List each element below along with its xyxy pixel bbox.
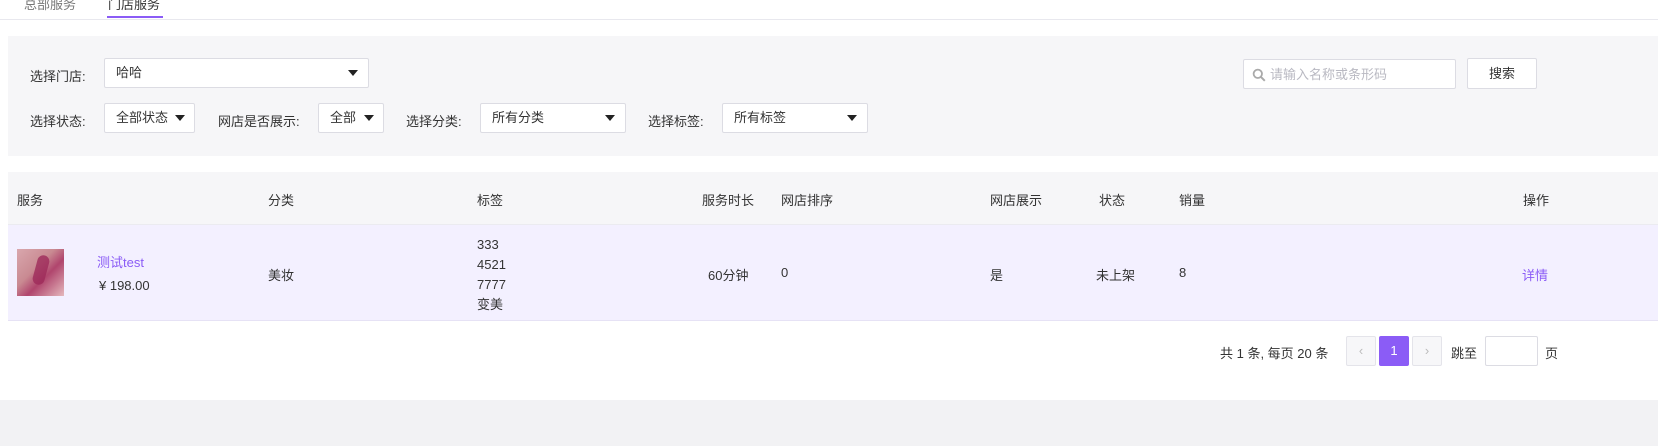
jump-page-input[interactable]	[1485, 336, 1538, 366]
tag-item: 4521	[477, 257, 506, 272]
tag-select[interactable]: 所有标签	[722, 103, 868, 133]
store-filter-label: 选择门店:	[30, 69, 86, 84]
online-sort-value: 0	[781, 265, 789, 280]
col-sales: 销量	[1179, 193, 1206, 208]
tab-bar: 总部服务 门店服务	[0, 0, 1658, 20]
jump-to-label: 跳至	[1451, 346, 1478, 361]
status-value: 未上架	[1096, 268, 1136, 283]
detail-link[interactable]: 详情	[1522, 265, 1548, 284]
active-tab-indicator	[107, 16, 163, 18]
search-input[interactable]	[1270, 60, 1450, 88]
table-header: 服务 分类 标签 服务时长 网店排序 网店展示 状态 销量 操作	[8, 172, 1658, 225]
services-table: 服务 分类 标签 服务时长 网店排序 网店展示 状态 销量 操作 测试test …	[8, 172, 1658, 321]
sales-value: 8	[1179, 265, 1187, 280]
chevron-right-icon: ›	[1424, 343, 1430, 358]
caret-down-icon	[175, 115, 185, 121]
caret-down-icon	[348, 70, 358, 76]
col-sort: 网店排序	[781, 193, 834, 208]
store-select-value: 哈哈	[116, 65, 143, 80]
next-page-button[interactable]: ›	[1412, 336, 1442, 366]
caret-down-icon	[847, 115, 857, 121]
tab-store-services[interactable]: 门店服务	[108, 0, 160, 13]
service-name-link[interactable]: 测试test	[97, 252, 144, 271]
online-select-value: 全部	[330, 110, 357, 125]
category-select[interactable]: 所有分类	[480, 103, 626, 133]
col-service: 服务	[17, 193, 44, 208]
pagination-summary: 共 1 条, 每页 20 条	[1220, 346, 1329, 361]
status-select-value: 全部状态	[116, 110, 169, 125]
online-filter-label: 网店是否展示:	[218, 114, 300, 129]
search-button[interactable]: 搜索	[1467, 58, 1537, 89]
status-filter-label: 选择状态:	[30, 114, 86, 129]
footer-band	[0, 400, 1658, 446]
col-duration: 服务时长	[702, 193, 755, 208]
tab-hq-services[interactable]: 总部服务	[24, 0, 76, 13]
prev-page-button[interactable]: ‹	[1346, 336, 1376, 366]
tag-item: 变美	[477, 297, 504, 312]
search-icon	[1252, 68, 1266, 82]
service-duration: 60分钟	[708, 268, 749, 283]
status-select[interactable]: 全部状态	[104, 103, 195, 133]
chevron-left-icon: ‹	[1358, 343, 1364, 358]
col-online: 网店展示	[990, 193, 1043, 208]
category-select-value: 所有分类	[492, 110, 545, 125]
service-thumbnail	[17, 249, 64, 296]
page-1-button[interactable]: 1	[1379, 336, 1409, 366]
service-tags: 333 4521 7777 变美	[477, 235, 506, 315]
online-display-value: 是	[990, 268, 1004, 283]
caret-down-icon	[605, 115, 615, 121]
tag-item: 333	[477, 237, 499, 252]
col-actions: 操作	[1523, 193, 1550, 208]
col-category: 分类	[268, 193, 295, 208]
tag-item: 7777	[477, 277, 506, 292]
caret-down-icon	[364, 115, 374, 121]
store-select[interactable]: 哈哈	[104, 58, 369, 88]
category-filter-label: 选择分类:	[406, 114, 462, 129]
filter-panel: 选择门店: 哈哈 搜索 选择状态: 全部状态 网店是否展示: 全部 选择分类: …	[8, 36, 1658, 156]
search-field[interactable]	[1243, 59, 1456, 89]
tag-filter-label: 选择标签:	[648, 114, 704, 129]
table-row: 测试test ¥ 198.00 美妆 333 4521 7777 变美 60分钟…	[8, 225, 1658, 321]
service-category: 美妆	[268, 268, 295, 283]
tag-select-value: 所有标签	[734, 110, 787, 125]
col-tags: 标签	[477, 193, 504, 208]
page-unit-label: 页	[1545, 346, 1559, 361]
service-price: ¥ 198.00	[99, 278, 150, 293]
col-status: 状态	[1099, 193, 1126, 208]
online-select[interactable]: 全部	[318, 103, 384, 133]
